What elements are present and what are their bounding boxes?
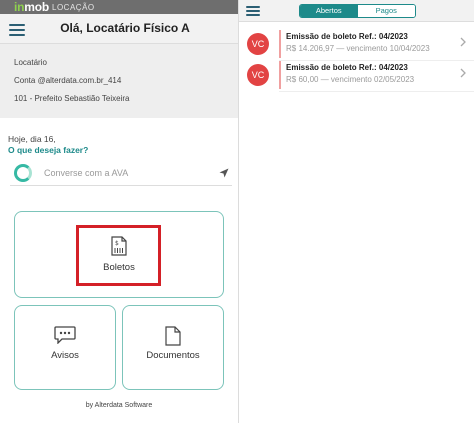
boleto-subtitle: R$ 60,00 — vencimento 02/05/2023 [286, 75, 415, 84]
avisos-label: Avisos [51, 350, 79, 361]
boleto-list-item[interactable]: VC Emissão de boleto Ref.: 04/2023 R$ 14… [239, 29, 474, 63]
tenant-account: Conta @alterdata.com.br_414 [14, 76, 122, 85]
boletos-header: Abertos Pagos [239, 0, 474, 22]
menu-icon[interactable] [246, 6, 260, 16]
message-icon [54, 326, 76, 344]
row-divider [279, 91, 474, 92]
boleto-list-item[interactable]: VC Emissão de boleto Ref.: 04/2023 R$ 60… [239, 60, 474, 94]
avisos-card[interactable]: Avisos [14, 305, 116, 390]
documentos-label: Documentos [146, 350, 200, 361]
boletos-panel: Abertos Pagos VC Emissão de boleto Ref.:… [239, 0, 474, 423]
chevron-right-icon [460, 68, 466, 78]
today-text: Hoje, dia 16, [8, 134, 56, 144]
ava-icon [14, 164, 32, 182]
logo-subtitle: LOCAÇÃO [52, 3, 95, 12]
invoice-icon: $ [111, 236, 127, 256]
brand-bar: inmob LOCAÇÃO [0, 0, 238, 14]
ava-chat-input[interactable]: Converse com a AVA [10, 162, 232, 186]
inmob-logo: inmob [14, 0, 49, 14]
tab-abertos[interactable]: Abertos [300, 5, 358, 17]
boleto-title: Emissão de boleto Ref.: 04/2023 [286, 63, 408, 72]
home-panel: inmob LOCAÇÃO Olá, Locatário Físico A Lo… [0, 0, 238, 423]
svg-text:$: $ [115, 240, 119, 247]
boleto-subtitle: R$ 14.206,97 — vencimento 10/04/2023 [286, 44, 430, 53]
avatar: VC [247, 33, 269, 55]
home-header: Olá, Locatário Físico A [0, 14, 238, 44]
question-text: O que deseja fazer? [8, 145, 89, 155]
boletos-label: Boletos [103, 262, 135, 273]
tenant-role: Locatário [14, 58, 47, 67]
boleto-title: Emissão de boleto Ref.: 04/2023 [286, 32, 408, 41]
documentos-card[interactable]: Documentos [122, 305, 224, 390]
send-icon[interactable] [219, 168, 229, 178]
tenant-info: Locatário Conta @alterdata.com.br_414 10… [0, 44, 238, 118]
boletos-card[interactable]: $ Boletos [14, 211, 224, 298]
greeting-title: Olá, Locatário Físico A [60, 21, 190, 35]
tab-pagos[interactable]: Pagos [357, 5, 415, 17]
document-icon [165, 326, 181, 346]
status-bar [279, 30, 281, 58]
footer-credit: by Alterdata Software [85, 402, 153, 409]
status-bar [279, 61, 281, 89]
tenant-address: 101 - Prefeito Sebastião Teixeira [14, 94, 130, 103]
status-segmented-control: Abertos Pagos [299, 4, 416, 18]
chevron-right-icon [460, 37, 466, 47]
avatar: VC [247, 64, 269, 86]
chat-placeholder: Converse com a AVA [44, 168, 129, 178]
